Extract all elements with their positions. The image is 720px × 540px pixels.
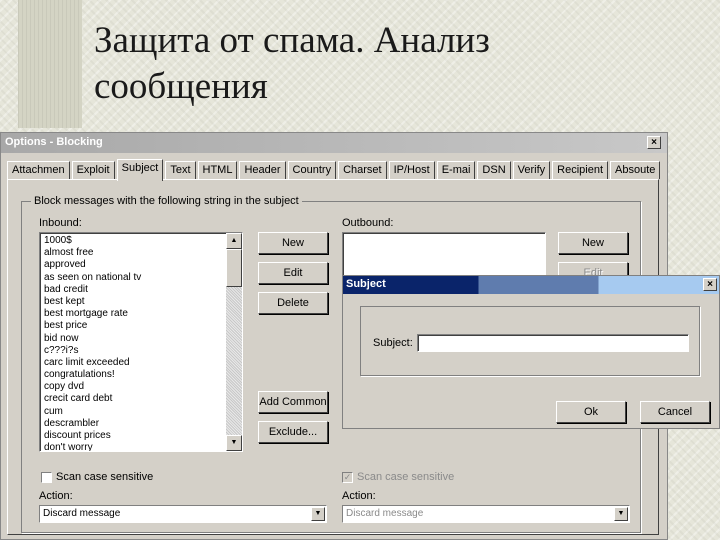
list-item[interactable]: best mortgage rate: [44, 308, 242, 320]
list-item[interactable]: don't worry: [44, 442, 242, 451]
list-item[interactable]: bad credit: [44, 284, 242, 296]
inbound-scrollbar[interactable]: ▲ ▼: [226, 233, 242, 451]
dialog-title-bar: Subject ×: [343, 276, 719, 294]
list-item[interactable]: discount prices: [44, 430, 242, 442]
subject-input[interactable]: [417, 334, 689, 352]
inbound-case-sensitive-checkbox[interactable]: Scan case sensitive: [41, 471, 153, 483]
exclude-button[interactable]: Exclude...: [258, 421, 328, 443]
tab-absolute[interactable]: Absoute: [610, 161, 661, 179]
list-item[interactable]: congratulations!: [44, 369, 242, 381]
list-item[interactable]: almost free: [44, 247, 242, 259]
ok-button[interactable]: Ok: [556, 401, 626, 423]
subject-label: Subject:: [373, 337, 413, 349]
scroll-up-button[interactable]: ▲: [226, 233, 242, 249]
inbound-action-select[interactable]: Discard message ▼: [39, 505, 327, 523]
tab-ip-host[interactable]: IP/Host: [388, 161, 435, 179]
window-close-button[interactable]: ×: [647, 136, 661, 149]
checkbox-label: Scan case sensitive: [56, 471, 154, 483]
list-item[interactable]: approved: [44, 259, 242, 271]
window-title-bar: Options - Blocking ×: [1, 133, 667, 153]
inbound-new-button[interactable]: New: [258, 232, 328, 254]
dialog-close-button[interactable]: ×: [703, 278, 717, 291]
group-label: Block messages with the following string…: [31, 195, 302, 207]
list-item[interactable]: best kept: [44, 296, 242, 308]
list-item[interactable]: carc limit exceeded: [44, 357, 242, 369]
tab-attachments[interactable]: Attachmen: [7, 161, 70, 179]
outbound-case-sensitive-checkbox[interactable]: ✓ Scan case sensitive: [342, 471, 454, 483]
chevron-down-icon[interactable]: ▼: [614, 507, 628, 521]
slide-title-line-2: сообщения: [94, 66, 268, 107]
scroll-thumb[interactable]: [226, 249, 242, 287]
dialog-title: Subject: [346, 278, 386, 290]
chevron-down-icon[interactable]: ▼: [311, 507, 325, 521]
tab-email[interactable]: E-mai: [436, 161, 476, 179]
list-item[interactable]: descrambler: [44, 418, 242, 430]
slide-accent-bar: [18, 0, 82, 128]
add-common-button[interactable]: Add Common: [258, 391, 328, 413]
outbound-new-button[interactable]: New: [558, 232, 628, 254]
outbound-label: Outbound:: [342, 217, 394, 229]
scroll-down-button[interactable]: ▼: [226, 435, 242, 451]
cancel-button[interactable]: Cancel: [640, 401, 710, 423]
inbound-list[interactable]: 1000$ almost free approved as seen on natio…: [39, 232, 243, 452]
window-title: Options - Blocking: [5, 136, 103, 148]
inbound-action-value: Discard message: [43, 508, 121, 519]
tab-verify[interactable]: Verify: [512, 161, 551, 179]
tab-exploit[interactable]: Exploit: [71, 161, 115, 179]
tab-dsn[interactable]: DSN: [477, 161, 511, 179]
outbound-action-label: Action:: [342, 490, 376, 502]
tab-country[interactable]: Country: [287, 161, 337, 179]
subject-dialog: Subject × Subject: Ok Cancel: [342, 275, 720, 429]
list-item[interactable]: cum: [44, 406, 242, 418]
list-item[interactable]: crecit card debt: [44, 393, 242, 405]
inbound-edit-button[interactable]: Edit: [258, 262, 328, 284]
inbound-items: 1000$ almost free approved as seen on natio…: [40, 233, 242, 451]
tab-header[interactable]: Header: [239, 161, 286, 179]
list-item[interactable]: 1000$: [44, 235, 242, 247]
checkbox-box: [41, 471, 52, 483]
list-item[interactable]: bid now: [44, 333, 242, 345]
slide-title: Защита от спама. Анализ сообщения: [94, 18, 654, 110]
tab-recipient[interactable]: Recipient: [552, 161, 609, 179]
inbound-label: Inbound:: [39, 217, 82, 229]
list-item[interactable]: best price: [44, 320, 242, 332]
tab-charset[interactable]: Charset: [338, 161, 387, 179]
list-item[interactable]: copy dvd: [44, 381, 242, 393]
tab-strip: Attachmen Exploit Subject Text HTML Head…: [7, 159, 662, 181]
tab-text[interactable]: Text: [165, 161, 196, 179]
inbound-delete-button[interactable]: Delete: [258, 292, 328, 314]
outbound-action-select[interactable]: Discard message ▼: [342, 505, 630, 523]
list-item[interactable]: c???i?s: [44, 345, 242, 357]
tab-subject[interactable]: Subject: [116, 159, 164, 181]
inbound-action-label: Action:: [39, 490, 73, 502]
list-item[interactable]: as seen on national tv: [44, 272, 242, 284]
checkbox-label: Scan case sensitive: [357, 471, 455, 483]
slide-title-line-1: Защита от спама. Анализ: [94, 20, 490, 61]
tab-html[interactable]: HTML: [197, 161, 238, 179]
checkmark-icon: ✓: [342, 471, 353, 483]
outbound-action-value: Discard message: [346, 508, 424, 519]
